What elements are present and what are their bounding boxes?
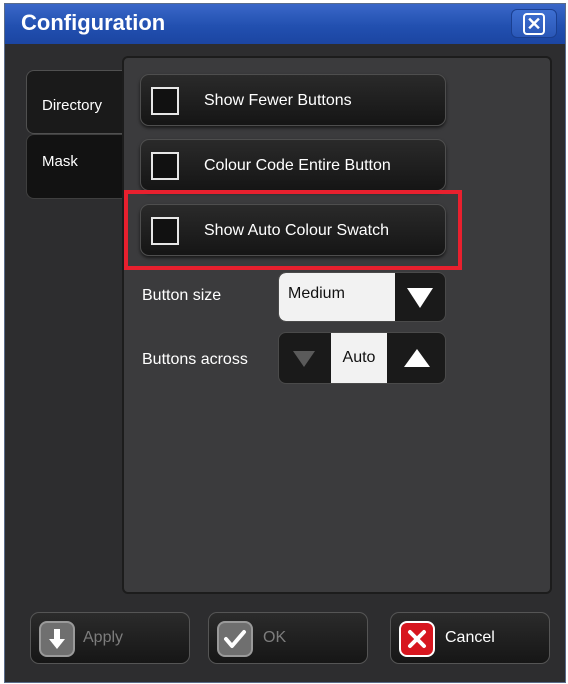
button-size-value: Medium <box>279 273 395 321</box>
tab-mask-label: Mask <box>42 153 78 170</box>
download-arrow-icon <box>39 621 75 657</box>
button-size-label: Button size <box>142 287 222 304</box>
tab-mask[interactable]: Mask <box>26 134 132 199</box>
settings-panel <box>122 56 552 594</box>
show-fewer-buttons-toggle[interactable]: Show Fewer Buttons <box>140 74 446 126</box>
decrement-arrow-icon[interactable] <box>293 351 315 367</box>
increment-arrow-icon[interactable] <box>404 349 430 367</box>
window-title: Configuration <box>21 10 166 35</box>
buttons-across-label: Buttons across <box>142 351 248 368</box>
ok-button[interactable]: OK <box>208 612 368 664</box>
ok-label: OK <box>263 629 287 646</box>
apply-button[interactable]: Apply <box>30 612 190 664</box>
close-x-icon: ✕ <box>523 12 545 35</box>
checkbox[interactable] <box>151 87 179 115</box>
buttons-across-value: Auto <box>331 333 387 383</box>
close-button[interactable]: ✕ <box>511 9 557 38</box>
checkmark-icon <box>217 621 253 657</box>
buttons-across-stepper[interactable]: Auto <box>278 332 446 384</box>
option-label: Colour Code Entire Button <box>204 157 391 174</box>
option-label: Show Fewer Buttons <box>204 92 352 109</box>
checkbox[interactable] <box>151 152 179 180</box>
dropdown-arrow-icon[interactable] <box>407 288 433 308</box>
cancel-label: Cancel <box>445 629 495 646</box>
cancel-x-icon <box>399 621 435 657</box>
button-size-select[interactable]: Medium <box>278 272 446 322</box>
tab-directory[interactable]: Directory <box>26 70 132 134</box>
apply-label: Apply <box>83 629 124 646</box>
title-bar: Configuration ✕ <box>5 4 565 44</box>
cancel-button[interactable]: Cancel <box>390 612 550 664</box>
highlight-frame <box>124 190 462 270</box>
tab-directory-label: Directory <box>42 97 103 114</box>
colour-code-entire-button-toggle[interactable]: Colour Code Entire Button <box>140 139 446 191</box>
